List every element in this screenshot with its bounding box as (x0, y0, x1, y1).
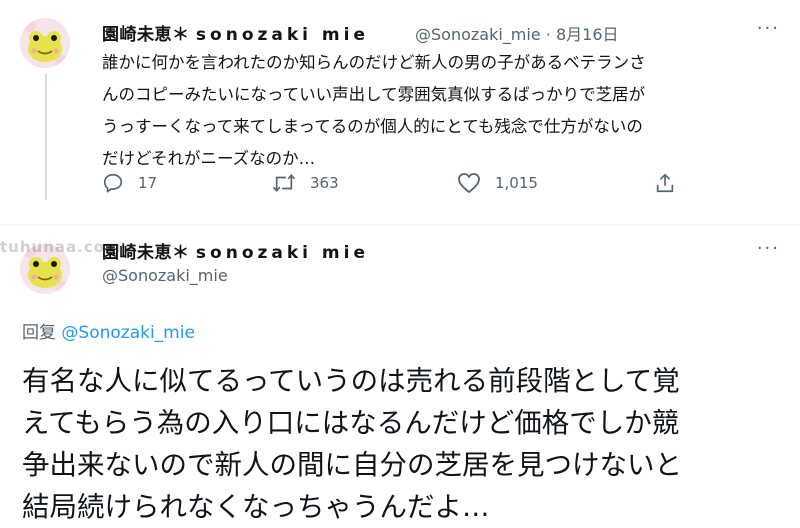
display-name-jp: 園崎未恵＊ (102, 25, 190, 45)
retweet-button[interactable]: 363 (272, 172, 339, 194)
share-icon (656, 173, 674, 193)
reply-button[interactable]: 17 (102, 172, 157, 194)
share-button[interactable] (654, 172, 676, 194)
tweet-text-line: だけどそれがニーズなのか… (102, 149, 316, 168)
timestamp[interactable]: 8月16日 (556, 25, 619, 44)
handle[interactable]: @Sonozaki_mie (415, 25, 541, 44)
display-name[interactable]: 園崎未恵＊ sonozaki mie (102, 238, 369, 263)
more-icon[interactable]: ··· (757, 238, 780, 259)
display-name[interactable]: 園崎未恵＊ sonozaki mie (102, 20, 369, 45)
avatar-frog-icon (20, 18, 70, 68)
retweet-icon (272, 173, 296, 193)
tweet-text-line: えてもらう為の入り口にはなるんだけど価格でしか競 (22, 407, 680, 439)
tweet-divider (0, 224, 800, 225)
thread-line (45, 74, 47, 200)
reply-mention-link[interactable]: @Sonozaki_mie (61, 323, 195, 343)
reply-label: 回复 (22, 323, 56, 343)
display-name-latin: sonozaki mie (195, 25, 369, 45)
tweet-text: 誰かに何かを言われたのか知らんのだけど新人の男の子があるベテランさ んのコピーみ… (102, 47, 792, 175)
tweet-text: 有名な人に似てるっていうのは売れる前段階として覚 えてもらう為の入り口にはなるん… (22, 360, 800, 528)
reply-count: 17 (138, 174, 158, 192)
heart-icon (458, 173, 480, 193)
tweet-text-line: 結局続けられなくなっちゃうんだよ… (22, 491, 490, 523)
tweet-actions: 17 363 1,015 (102, 172, 702, 202)
like-button[interactable]: 1,015 (457, 172, 538, 194)
retweet-count: 363 (310, 174, 339, 192)
replying-to: 回复 @Sonozaki_mie (22, 318, 195, 343)
tweet-text-line: 争出来ないので新人の間に自分の芝居を見つけないと (22, 449, 682, 481)
display-name-latin: sonozaki mie (195, 243, 369, 263)
reply-icon (103, 173, 123, 193)
like-count: 1,015 (495, 174, 538, 192)
date-separator: · (545, 25, 551, 44)
tweet-text-line: 誰かに何かを言われたのか知らんのだけど新人の男の子があるベテランさ (102, 53, 646, 72)
more-icon[interactable]: ··· (757, 18, 780, 39)
avatar[interactable] (20, 18, 70, 68)
tweet-text-line: うっすーくなって来てしまってるのが個人的にとても残念で仕方がないの (102, 117, 643, 136)
tweet-text-line: 有名な人に似てるっていうのは売れる前段階として覚 (22, 365, 680, 397)
tweet-meta: @Sonozaki_mie · 8月16日 (415, 21, 619, 45)
handle[interactable]: @Sonozaki_mie (102, 266, 228, 285)
display-name-jp: 園崎未恵＊ (102, 243, 190, 263)
tweet-text-line: んのコピーみたいになっていい声出して雰囲気真似するばっかりで芝居が (102, 85, 646, 104)
